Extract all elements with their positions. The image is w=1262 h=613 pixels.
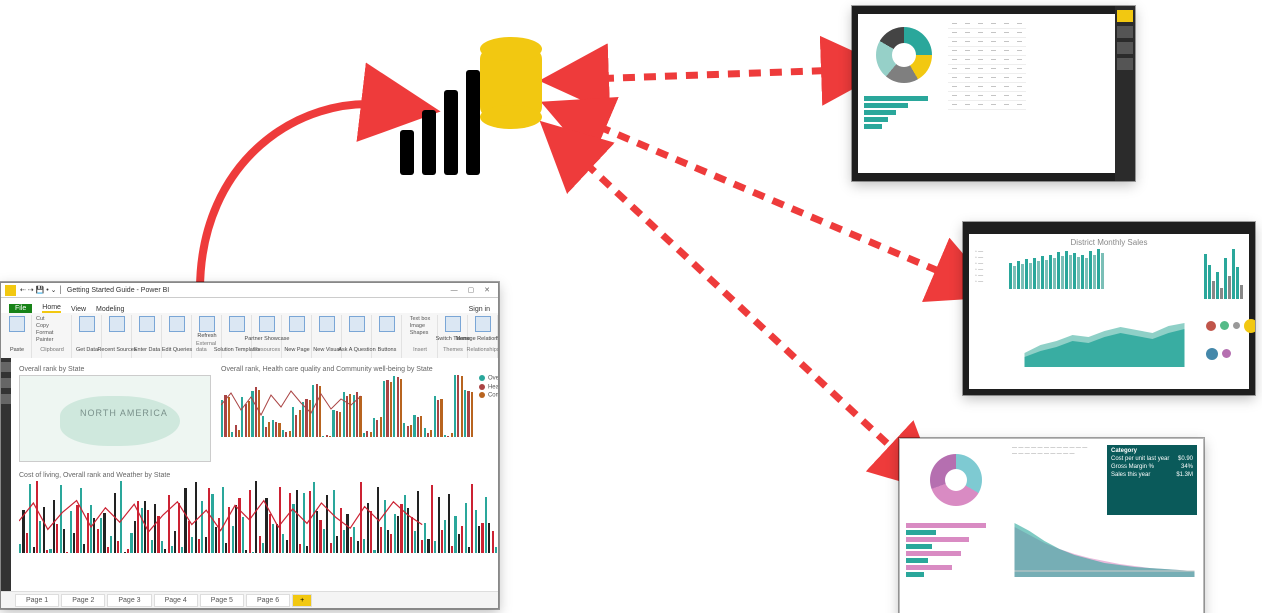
ribbon-tabs[interactable]: File Home View Modeling Sign in <box>1 298 498 313</box>
ribbon-paste[interactable]: Paste <box>10 348 24 354</box>
ribbon-shapes[interactable]: Shapes <box>410 330 430 337</box>
window-controls[interactable]: — ▢ ✕ <box>451 286 494 294</box>
tool-icon[interactable] <box>1117 58 1133 70</box>
ribbon-group-insert: Insert <box>413 347 427 353</box>
data-view-icon[interactable] <box>1 378 11 388</box>
ribbon-format-painter[interactable]: Format Painter <box>36 330 68 344</box>
report-title: District Monthly Sales <box>975 238 1243 247</box>
page-tab[interactable]: Page 5 <box>200 594 244 607</box>
page-tab[interactable]: Page 3 <box>107 594 151 607</box>
ribbon-group-resources: Resources <box>254 347 280 353</box>
tab-view[interactable]: View <box>71 306 86 313</box>
viz2-bars[interactable] <box>221 375 473 437</box>
signin-link[interactable]: Sign in <box>469 306 490 313</box>
map-visual[interactable]: NORTH AMERICA <box>19 375 211 462</box>
page-tabs[interactable]: Page 1 Page 2 Page 3 Page 4 Page 5 Page … <box>1 591 498 608</box>
report-canvas[interactable]: Overall rank by State NORTH AMERICA Over… <box>11 358 499 592</box>
publish-arrow <box>200 104 385 290</box>
map-label: NORTH AMERICA <box>80 408 168 418</box>
slicer-list[interactable]: ▫ —▫ —▫ —▫ —▫ —▫ — <box>975 249 1005 307</box>
ribbon-group-themes: Themes <box>443 347 463 353</box>
ribbon: Paste Cut Copy Format Painter Clipboard … <box>1 313 498 362</box>
ribbon-edit-queries[interactable]: Edit Queries <box>162 348 192 354</box>
ribbon-image[interactable]: Image <box>410 323 430 330</box>
viz3-bars[interactable] <box>19 481 499 553</box>
ribbon-group-calc: Calculations <box>498 347 499 353</box>
left-view-rail[interactable] <box>1 358 11 592</box>
kpi-card[interactable]: Category Cost per unit last year$0.90 Gr… <box>1107 445 1197 515</box>
area-chart[interactable] <box>1012 521 1197 577</box>
powerbi-logo <box>390 55 530 175</box>
waterfall-chart[interactable] <box>1204 249 1255 307</box>
sync-arrow-3 <box>555 135 905 460</box>
consumer-dashboard-light: — — — — — — — — — — — —— — — — — — — — —… <box>899 438 1204 613</box>
tab-home[interactable]: Home <box>42 304 61 313</box>
ribbon-new-measure[interactable]: New Measure <box>496 337 499 343</box>
viz1-title: Overall rank by State <box>19 366 211 373</box>
text-block: — — — — — — — — — — — —— — — — — — — — —… <box>1012 445 1101 515</box>
ribbon-buttons[interactable]: Buttons <box>378 348 397 354</box>
ribbon-copy[interactable]: Copy <box>36 323 68 330</box>
viz3-title: Cost of living, Overall rank and Weather… <box>19 472 499 479</box>
qat: ⇠ ⇢ 💾 • ⌄ │ <box>20 286 63 294</box>
ribbon-get-data[interactable]: Get Data <box>76 348 98 354</box>
ribbon-new-page[interactable]: New Page <box>284 348 309 354</box>
ribbon-recent[interactable]: Recent Sources <box>97 348 136 354</box>
page-tab[interactable]: Page 4 <box>154 594 198 607</box>
hbar-chart[interactable] <box>906 521 1006 613</box>
tool-icon[interactable] <box>1117 10 1133 22</box>
data-table[interactable]: —————— —————— —————— —————— —————— —————… <box>948 20 1026 110</box>
tool-icon[interactable] <box>1117 42 1133 54</box>
ribbon-relationships[interactable]: Manage Relationships <box>456 337 499 343</box>
sync-arrow-1 <box>560 70 842 80</box>
donut-chart[interactable] <box>876 27 932 83</box>
right-toolstrip[interactable] <box>1115 6 1135 181</box>
bubble-chart[interactable] <box>1204 311 1255 367</box>
monthly-bars[interactable] <box>1009 249 1200 289</box>
powerbi-desktop-window: ⇠ ⇢ 💾 • ⌄ │ Getting Started Guide - Powe… <box>0 282 499 609</box>
page-tab[interactable]: Page 1 <box>15 594 59 607</box>
area-chart[interactable] <box>1009 311 1200 367</box>
ribbon-new-visual[interactable]: New Visual <box>313 348 340 354</box>
add-page-button[interactable]: + <box>292 594 312 607</box>
file-tab[interactable]: File <box>9 304 32 313</box>
model-view-icon[interactable] <box>1 394 11 404</box>
window-title: Getting Started Guide - Power BI <box>67 287 169 294</box>
ribbon-ask-question[interactable]: Ask A Question <box>338 348 375 354</box>
database-icon <box>480 49 542 117</box>
ribbon-cut[interactable]: Cut <box>36 316 68 323</box>
page-tab[interactable]: Page 2 <box>61 594 105 607</box>
tool-icon[interactable] <box>1117 26 1133 38</box>
ribbon-group-clipboard: Clipboard <box>40 347 64 353</box>
tab-modeling[interactable]: Modeling <box>96 306 124 313</box>
consumer-dashboard-dark: —————— —————— —————— —————— —————— —————… <box>852 6 1135 181</box>
ribbon-group-rel: Relationships <box>466 347 499 353</box>
viz2-title: Overall rank, Health care quality and Co… <box>221 366 499 373</box>
kpi-header: Category <box>1111 448 1193 454</box>
donut-chart[interactable] <box>930 454 982 506</box>
ribbon-refresh[interactable]: Refresh <box>197 334 216 340</box>
page-tab[interactable]: Page 6 <box>246 594 290 607</box>
titlebar: ⇠ ⇢ 💾 • ⌄ │ Getting Started Guide - Powe… <box>1 283 498 298</box>
app-icon <box>5 285 16 296</box>
report-view-icon[interactable] <box>1 362 11 372</box>
ribbon-textbox[interactable]: Text box <box>410 316 430 323</box>
ribbon-enter-data[interactable]: Enter Data <box>134 348 160 354</box>
viz2-legend: Overall rank Health care quality Communi… <box>479 375 499 437</box>
consumer-report-sales: District Monthly Sales ▫ —▫ —▫ —▫ —▫ —▫ … <box>963 222 1255 395</box>
